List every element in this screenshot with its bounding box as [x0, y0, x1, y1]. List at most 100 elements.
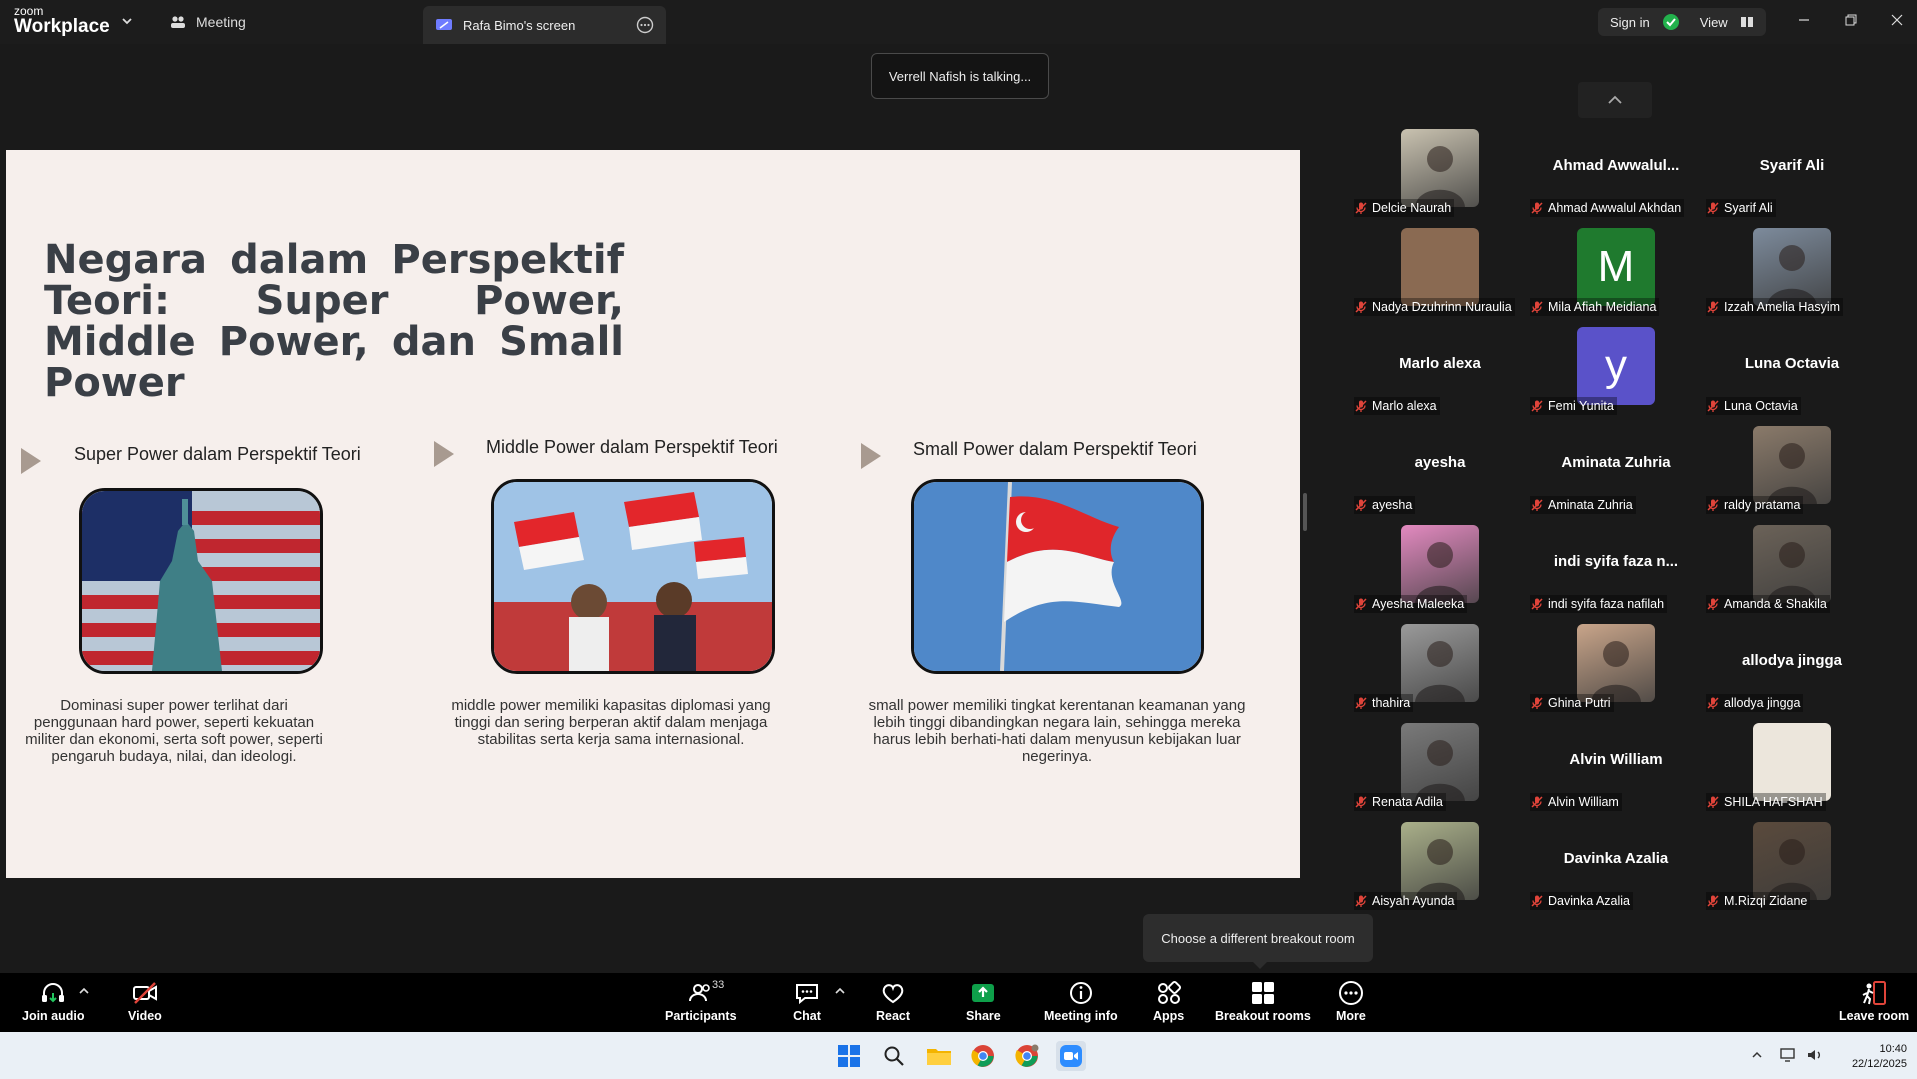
gallery-scroll-up-button[interactable] [1578, 82, 1652, 118]
participant-tile[interactable]: Amanda & Shakila [1706, 525, 1878, 621]
participant-tile[interactable]: Syarif Ali Syarif Ali [1706, 129, 1878, 225]
participant-tile[interactable]: Marlo alexa Marlo alexa [1354, 327, 1526, 423]
participant-name-label: Aisyah Ayunda [1354, 892, 1458, 910]
chat-icon [796, 984, 818, 1005]
share-screen-icon [972, 984, 995, 1002]
chat-label: Chat [793, 1009, 821, 1023]
search-icon[interactable] [879, 1041, 909, 1071]
audio-caret-icon[interactable] [78, 985, 90, 997]
share-button[interactable]: Share [966, 979, 1001, 1027]
meeting-info-button[interactable]: Meeting info [1044, 979, 1118, 1027]
zoom-window: zoom Workplace Meeting Rafa Bimo's scree… [0, 0, 1917, 1079]
apps-button[interactable]: Apps [1153, 979, 1184, 1027]
mic-muted-icon [1355, 202, 1367, 214]
tray-expand-icon[interactable] [1751, 1049, 1763, 1061]
participant-tile[interactable]: Izzah Amelia Hasyim [1706, 228, 1878, 324]
network-icon[interactable] [1779, 1046, 1797, 1064]
participant-name-label: Femi Yunita [1530, 397, 1617, 415]
chat-button[interactable]: Chat [793, 979, 821, 1027]
leave-room-button[interactable]: Leave room [1839, 979, 1909, 1027]
participant-name-label: Nadya Dzuhrinn Nuraulia [1354, 298, 1515, 316]
sign-in-button[interactable]: Sign in [1610, 15, 1650, 30]
mic-muted-icon [1355, 598, 1367, 610]
participants-icon [688, 984, 710, 1002]
restore-button[interactable] [1837, 8, 1865, 32]
participant-display-name: Luna Octavia [1744, 355, 1840, 372]
chat-caret-icon[interactable] [834, 985, 846, 997]
participant-tile[interactable]: thahira [1354, 624, 1526, 720]
participant-tile[interactable]: Ahmad Awwalul... Ahmad Awwalul Akhdan [1530, 129, 1702, 225]
breakout-tooltip: Choose a different breakout room [1143, 914, 1373, 969]
view-button[interactable]: View [1700, 15, 1728, 30]
participant-tile[interactable]: Renata Adila [1354, 723, 1526, 819]
video-button[interactable]: Video [128, 979, 162, 1027]
participant-tile[interactable]: y Femi Yunita [1530, 327, 1702, 423]
participant-name: Ayesha Maleeka [1372, 597, 1465, 611]
participant-tile[interactable]: Ghina Putri [1530, 624, 1702, 720]
participant-video [1753, 525, 1831, 603]
participant-video [1753, 723, 1831, 801]
heart-icon [882, 984, 904, 1004]
grid-view-icon[interactable] [1740, 15, 1754, 29]
participant-tile[interactable]: Luna Octavia Luna Octavia [1706, 327, 1878, 423]
participant-tile[interactable]: Delcie Naurah [1354, 129, 1526, 225]
join-audio-button[interactable]: Join audio [22, 979, 85, 1027]
chrome-profile-icon[interactable] [1012, 1041, 1042, 1071]
participant-name-label: M.Rizqi Zidane [1706, 892, 1811, 910]
react-button[interactable]: React [876, 979, 910, 1027]
participant-display-name: allodya jingga [1741, 652, 1843, 669]
participant-name: Luna Octavia [1724, 399, 1798, 413]
file-explorer-icon[interactable] [924, 1041, 954, 1071]
windows-start-icon[interactable] [834, 1041, 864, 1071]
minimize-button[interactable] [1790, 8, 1818, 32]
more-button[interactable]: More [1336, 979, 1366, 1027]
mic-muted-icon [1355, 697, 1367, 709]
avatar-letter: M [1597, 242, 1635, 291]
mic-muted-icon [1531, 202, 1543, 214]
meeting-icon [171, 16, 185, 28]
participant-name: Izzah Amelia Hasyim [1724, 300, 1841, 314]
participant-tile[interactable]: M Mila Afiah Meidiana [1530, 228, 1702, 324]
mic-muted-icon [1707, 202, 1719, 214]
tab-meeting[interactable]: Meeting [170, 10, 246, 34]
indonesia-crowd-illustration [494, 482, 772, 671]
participant-tile[interactable]: Aisyah Ayunda [1354, 822, 1526, 918]
participant-video [1753, 822, 1831, 900]
mic-muted-icon [1531, 895, 1543, 907]
participant-name-label: Amanda & Shakila [1706, 595, 1830, 613]
panel-resize-handle[interactable] [1303, 493, 1307, 531]
breakout-rooms-button[interactable]: Breakout rooms [1215, 979, 1311, 1027]
participant-tile[interactable]: Aminata Zuhria Aminata Zuhria [1530, 426, 1702, 522]
participant-tile[interactable]: raldy pratama [1706, 426, 1878, 522]
participant-tile[interactable]: allodya jingga allodya jingga [1706, 624, 1878, 720]
participants-button[interactable]: Participants 33 [665, 979, 737, 1027]
chrome-icon[interactable] [968, 1041, 998, 1071]
participant-tile[interactable]: Nadya Dzuhrinn Nuraulia [1354, 228, 1526, 324]
mic-muted-icon [1707, 895, 1719, 907]
breakout-rooms-label: Breakout rooms [1215, 1009, 1311, 1023]
volume-icon[interactable] [1806, 1046, 1824, 1064]
tab-shared-screen[interactable]: Rafa Bimo's screen [423, 6, 666, 44]
participant-tile[interactable]: Ayesha Maleeka [1354, 525, 1526, 621]
participant-tile[interactable]: Alvin William Alvin William [1530, 723, 1702, 819]
participant-tile[interactable]: Davinka Azalia Davinka Azalia [1530, 822, 1702, 918]
windows-taskbar: 10:40 22/12/2025 [0, 1032, 1917, 1079]
participant-tile[interactable]: indi syifa faza n... indi syifa faza nafi… [1530, 525, 1702, 621]
clock-date: 22/12/2025 [1851, 1058, 1907, 1070]
share-screen-icon [436, 19, 452, 30]
chevron-down-icon[interactable] [120, 14, 134, 28]
participant-display-name: Alvin William [1569, 751, 1663, 768]
participant-name-label: Aminata Zuhria [1530, 496, 1636, 514]
participant-tile[interactable]: SHILA HAFSHAH [1706, 723, 1878, 819]
zoom-taskbar-icon[interactable] [1056, 1041, 1086, 1071]
participant-name-label: Syarif Ali [1706, 199, 1776, 217]
more-options-icon[interactable] [636, 16, 654, 34]
participant-tile[interactable]: ayesha ayesha [1354, 426, 1526, 522]
react-label: React [876, 1009, 911, 1023]
close-button[interactable] [1883, 8, 1911, 32]
participant-name: Renata Adila [1372, 795, 1443, 809]
participant-name-label: Ghina Putri [1530, 694, 1614, 712]
system-clock[interactable]: 10:40 22/12/2025 [1852, 1042, 1907, 1072]
participant-tile[interactable]: M.Rizqi Zidane [1706, 822, 1878, 918]
shield-check-icon[interactable] [1662, 13, 1680, 31]
